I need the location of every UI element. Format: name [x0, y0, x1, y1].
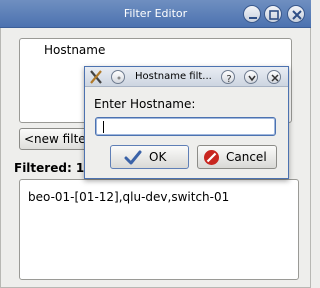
- dialog-titlebar[interactable]: Hostname filt... ?: [85, 67, 288, 87]
- filtered-count-label: Filtered: 14: [14, 161, 93, 175]
- shade-icon: [248, 75, 256, 82]
- hostname-prompt-label: Enter Hostname:: [94, 97, 196, 111]
- list-item[interactable]: Hostname: [44, 43, 105, 57]
- dialog-close-button[interactable]: [267, 70, 281, 84]
- filtered-results-box[interactable]: beo-01-[01-12],qlu-dev,switch-01: [19, 179, 299, 280]
- minimize-button[interactable]: [243, 5, 261, 23]
- close-icon: [292, 10, 302, 20]
- close-button[interactable]: [287, 5, 305, 23]
- cancel-icon: [204, 150, 219, 165]
- close-icon: [271, 74, 279, 82]
- help-button[interactable]: ?: [221, 70, 235, 85]
- help-icon: ?: [226, 74, 231, 85]
- ok-button[interactable]: OK: [110, 145, 189, 169]
- main-titlebar[interactable]: Filter Editor: [0, 0, 311, 28]
- check-icon: [124, 150, 142, 165]
- minimize-icon: [249, 17, 257, 19]
- pin-button[interactable]: [111, 70, 125, 84]
- hostname-filter-dialog: Hostname filt... ? Enter Hostname: OK Ca…: [84, 66, 289, 179]
- shade-button[interactable]: [244, 70, 258, 84]
- maximize-icon: [269, 10, 279, 20]
- maximize-button[interactable]: [264, 5, 282, 23]
- dialog-title: Hostname filt...: [135, 71, 212, 82]
- cancel-button-label: Cancel: [226, 150, 267, 164]
- pin-icon: [117, 76, 121, 80]
- filtered-results-text: beo-01-[01-12],qlu-dev,switch-01: [28, 190, 230, 204]
- cancel-button[interactable]: Cancel: [197, 145, 277, 169]
- svg-text:?: ?: [226, 74, 231, 85]
- ok-button-label: OK: [149, 150, 167, 164]
- text-caret: [103, 121, 104, 133]
- hostname-input[interactable]: [95, 117, 276, 136]
- tools-icon: [90, 70, 102, 84]
